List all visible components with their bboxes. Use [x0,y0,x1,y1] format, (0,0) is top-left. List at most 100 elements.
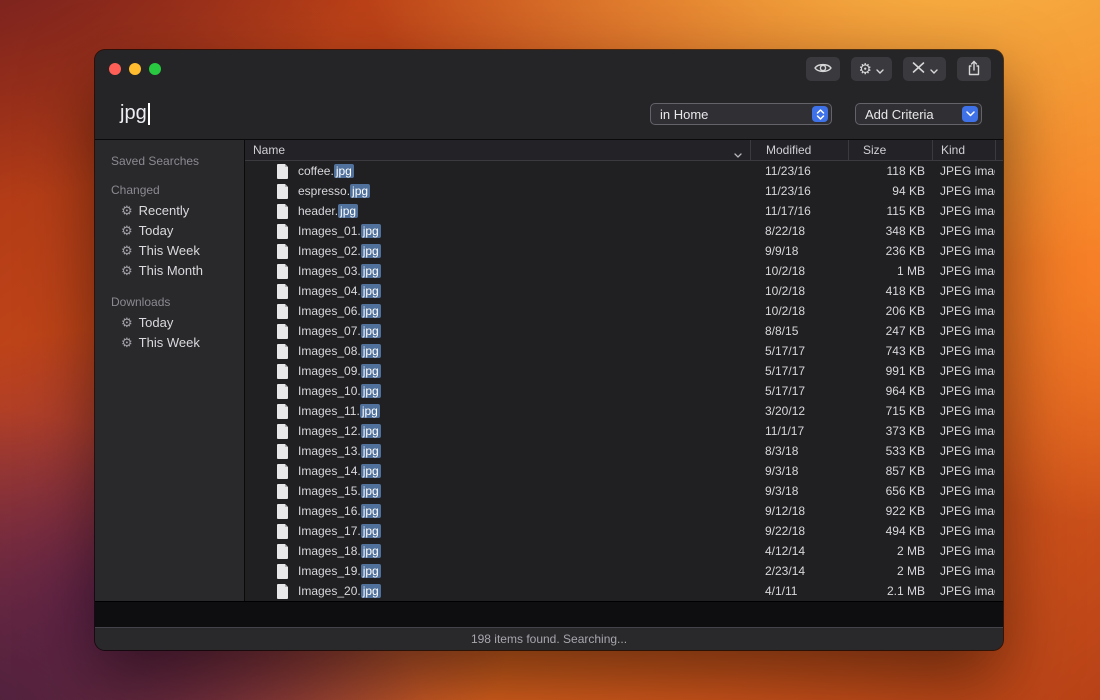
modified-cell: 10/2/18 [750,284,848,298]
sidebar-item-recently[interactable]: ⚙Recently [95,200,244,220]
table-row[interactable]: Images_02.jpg 9/9/18 236 KB JPEG image [245,241,1003,261]
file-name: Images_02.jpg [298,244,381,258]
size-cell: 2.1 MB [848,584,932,598]
table-row[interactable]: Images_19.jpg 2/23/14 2 MB JPEG image [245,561,1003,581]
document-icon [277,584,289,599]
table-row[interactable]: header.jpg 11/17/16 115 KB JPEG image [245,201,1003,221]
sidebar-section-label: Downloads [111,295,244,309]
action-menu-button[interactable]: ⚙ [851,57,892,81]
table-row[interactable]: Images_18.jpg 4/12/14 2 MB JPEG image [245,541,1003,561]
zoom-button[interactable] [149,63,161,75]
chevron-down-icon [962,106,978,122]
modified-cell: 5/17/17 [750,384,848,398]
kind-cell: JPEG image [932,424,995,438]
kind-cell: JPEG image [932,584,995,598]
table-row[interactable]: Images_06.jpg 10/2/18 206 KB JPEG image [245,301,1003,321]
chevron-up-down-icon [812,106,828,122]
file-name: Images_07.jpg [298,324,381,338]
size-cell: 247 KB [848,324,932,338]
table-row[interactable]: Images_09.jpg 5/17/17 991 KB JPEG image [245,361,1003,381]
share-icon [967,60,981,79]
table-row[interactable]: Images_08.jpg 5/17/17 743 KB JPEG image [245,341,1003,361]
table-row[interactable]: Images_12.jpg 11/1/17 373 KB JPEG image [245,421,1003,441]
share-button[interactable] [957,57,991,81]
table-row[interactable]: Images_10.jpg 5/17/17 964 KB JPEG image [245,381,1003,401]
size-cell: 1 MB [848,264,932,278]
column-header-modified[interactable]: Modified [750,140,848,160]
file-name-cell: Images_13.jpg [245,444,750,459]
file-name: Images_06.jpg [298,304,381,318]
table-row[interactable]: Images_17.jpg 9/22/18 494 KB JPEG image [245,521,1003,541]
table-row[interactable]: Images_01.jpg 8/22/18 348 KB JPEG image [245,221,1003,241]
column-header-size[interactable]: Size [848,140,932,160]
kind-cell: JPEG image [932,324,995,338]
search-match-highlight: jpg [361,304,381,318]
table-row[interactable]: Images_14.jpg 9/3/18 857 KB JPEG image [245,461,1003,481]
sidebar-sections: Changed⚙Recently⚙Today⚙This Week⚙This Mo… [95,183,244,352]
quick-look-button[interactable] [806,57,840,81]
size-cell: 964 KB [848,384,932,398]
size-cell: 94 KB [848,184,932,198]
table-row[interactable]: Images_11.jpg 3/20/12 715 KB JPEG image [245,401,1003,421]
kind-cell: JPEG image [932,484,995,498]
file-list-pane: Name Modified Size Kind [245,140,1003,601]
document-icon [277,444,289,459]
search-match-highlight: jpg [350,184,370,198]
table-row[interactable]: Images_13.jpg 8/3/18 533 KB JPEG image [245,441,1003,461]
close-button[interactable] [109,63,121,75]
add-criteria-button[interactable]: Add Criteria [855,103,982,125]
kind-cell: JPEG image [932,564,995,578]
search-scope-select[interactable]: in Home [650,103,832,125]
search-query-text: jpg [120,102,147,125]
table-row[interactable]: coffee.jpg 11/23/16 118 KB JPEG image [245,161,1003,181]
table-row[interactable]: Images_03.jpg 10/2/18 1 MB JPEG image [245,261,1003,281]
kind-cell: JPEG image [932,364,995,378]
table-row[interactable]: Images_15.jpg 9/3/18 656 KB JPEG image [245,481,1003,501]
search-match-highlight: jpg [360,404,380,418]
size-cell: 115 KB [848,204,932,218]
modified-cell: 10/2/18 [750,264,848,278]
file-name: Images_17.jpg [298,524,381,538]
document-icon [277,504,289,519]
smart-search-gear-icon: ⚙ [121,264,133,277]
file-name: Images_15.jpg [298,484,381,498]
minimize-button[interactable] [129,63,141,75]
table-row[interactable]: espresso.jpg 11/23/16 94 KB JPEG image [245,181,1003,201]
sidebar-item-today[interactable]: ⚙Today [95,312,244,332]
toolbar: ⚙ [806,57,991,81]
tools-menu-button[interactable] [903,57,946,81]
search-input[interactable]: jpg [120,99,320,129]
size-cell: 418 KB [848,284,932,298]
file-name: Images_01.jpg [298,224,381,238]
table-row[interactable]: Images_20.jpg 4/1/11 2.1 MB JPEG image [245,581,1003,601]
sidebar-item-this-week[interactable]: ⚙This Week [95,332,244,352]
sidebar-item-today[interactable]: ⚙Today [95,220,244,240]
document-icon [277,364,289,379]
sidebar-item-this-month[interactable]: ⚙This Month [95,260,244,280]
kind-cell: JPEG image [932,184,995,198]
table-row[interactable]: Images_16.jpg 9/12/18 922 KB JPEG image [245,501,1003,521]
column-header-kind[interactable]: Kind [932,140,995,160]
smart-search-gear-icon: ⚙ [121,316,133,329]
file-name: Images_09.jpg [298,364,381,378]
file-name-cell: Images_10.jpg [245,384,750,399]
file-name: Images_12.jpg [298,424,381,438]
file-name-cell: coffee.jpg [245,164,750,179]
search-match-highlight: jpg [361,284,381,298]
search-bar: jpg in Home Add Criteria [95,88,1003,140]
table-row[interactable]: Images_04.jpg 10/2/18 418 KB JPEG image [245,281,1003,301]
size-cell: 715 KB [848,404,932,418]
window-titlebar[interactable]: ⚙ [95,50,1003,88]
modified-cell: 9/3/18 [750,484,848,498]
file-name: Images_11.jpg [298,404,380,418]
sidebar-item-label: This Week [139,243,200,258]
kind-cell: JPEG image [932,204,995,218]
size-cell: 2 MB [848,544,932,558]
sidebar-item-this-week[interactable]: ⚙This Week [95,240,244,260]
column-header-name[interactable]: Name [245,140,750,160]
table-row[interactable]: Images_07.jpg 8/8/15 247 KB JPEG image [245,321,1003,341]
modified-cell: 4/1/11 [750,584,848,598]
kind-cell: JPEG image [932,504,995,518]
document-icon [277,464,289,479]
search-match-highlight: jpg [361,344,381,358]
